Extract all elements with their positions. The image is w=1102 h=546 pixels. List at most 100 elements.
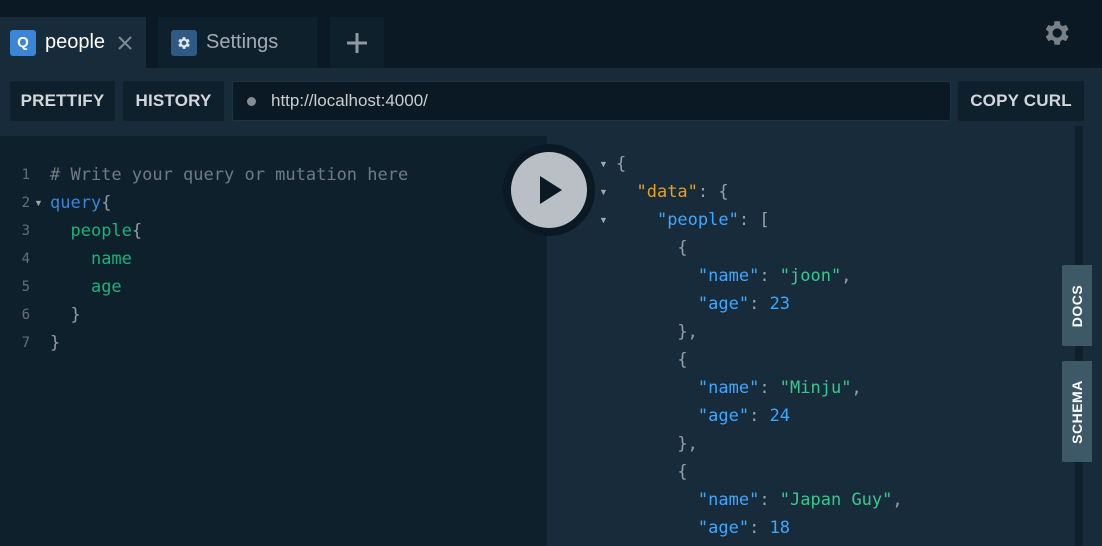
result-token: { [677,238,688,258]
query-editor[interactable]: 1 # Write your query or mutation here 2 ▼ qu… [0,136,547,546]
result-token: : { [697,182,729,202]
history-button[interactable]: HISTORY [123,81,224,121]
gear-icon [178,36,190,49]
result-line: }, [616,318,697,346]
line-number: 4 [21,251,30,267]
run-query-button[interactable] [503,144,595,236]
result-token: 23 [769,294,791,314]
play-icon [540,176,562,204]
result-line: "age": 23 [616,290,790,318]
line-number: 2 [21,195,30,211]
result-token: "data" [636,182,698,202]
result-indent [616,322,677,342]
result-indent [616,378,698,398]
query-badge: Q [10,29,36,56]
result-token: , [841,266,852,286]
fold-arrow-icon[interactable]: ▼ [599,178,608,206]
result-indent [616,490,698,510]
code-line: name [50,245,132,273]
tab-label: Settings [206,31,279,53]
result-token: : [749,406,770,426]
settings-badge [171,29,197,56]
plus-icon [347,32,367,53]
result-token: { [677,350,688,370]
result-token: "joon" [779,266,842,286]
endpoint-url-input[interactable]: http://localhost:4000/ [232,81,951,121]
result-indent [616,210,657,230]
result-line: "name": "Japan Guy", [616,486,903,514]
result-indent [616,462,677,482]
code-token: age [90,277,122,297]
tab-bar: Q people Settings [0,0,1102,68]
result-line: "data": { [616,178,729,206]
docs-tab-label: DOCS [1069,284,1086,327]
result-line: "people": [ [616,206,770,234]
result-line: { [616,346,688,374]
tab-people[interactable]: Q people [0,17,146,68]
docs-tab[interactable]: DOCS [1062,265,1092,346]
result-token: : [ [738,210,770,230]
code-token: { [101,193,112,213]
toolbar: PRETTIFY HISTORY http://localhost:4000/ … [0,68,1102,136]
result-token: "age" [697,406,750,426]
connection-status-dot [247,96,256,106]
code-token: } [70,305,81,325]
close-icon[interactable] [117,35,133,51]
result-token: , [851,378,862,398]
code-token: query [50,193,102,213]
result-indent [616,238,677,258]
result-indent [616,182,636,202]
endpoint-url-text: http://localhost:4000/ [271,91,428,110]
tab-label: people [45,31,106,53]
result-token: { [616,154,627,174]
code-token: people [70,221,132,241]
result-token: , [892,490,903,510]
result-token: : [759,490,780,510]
code-line: query{ [50,189,111,217]
result-line: }, [616,430,698,458]
result-token: 18 [769,518,791,538]
schema-tab-label: SCHEMA [1069,379,1086,444]
result-token: }, [677,434,698,454]
line-number: 1 [21,167,30,183]
code-token: name [90,249,132,269]
copy-curl-button[interactable]: COPY CURL [958,81,1084,121]
play-button-face [511,152,587,228]
result-indent [616,518,698,538]
add-tab-button[interactable] [330,17,384,68]
fold-arrow-icon[interactable]: ▼ [599,206,608,234]
result-token: "Japan Guy" [779,490,893,510]
fold-arrow-icon[interactable]: ▼ [34,189,43,217]
results-viewer: ▼ { ▼ "data": { ▼ "people": [ { "name": "jo… [547,136,1102,546]
result-token: : [759,378,780,398]
code-token: } [50,333,61,353]
result-token: "name" [697,378,760,398]
code-line: age [50,273,122,301]
result-token: 24 [769,406,791,426]
line-number: 3 [21,223,30,239]
result-token: "Minju" [779,378,852,398]
result-line: "age": 18 [616,514,790,542]
fold-arrow-icon[interactable]: ▼ [599,150,608,178]
code-token: # Write your query or mutation here [50,165,409,185]
prettify-button[interactable]: PRETTIFY [10,81,115,121]
result-token: "name" [697,490,760,510]
tab-settings[interactable]: Settings [158,17,317,68]
code-line: # Write your query or mutation here [50,161,408,189]
result-indent [616,294,698,314]
result-token: "age" [697,518,750,538]
result-token: "name" [697,266,760,286]
settings-gear-icon[interactable] [1040,17,1072,49]
result-token: : [749,518,770,538]
result-line: "name": "joon", [616,262,852,290]
result-token: { [677,462,688,482]
code-line: } [50,329,60,357]
line-number: 5 [21,279,30,295]
result-indent [616,266,698,286]
result-indent [616,350,677,370]
result-line: { [616,458,688,486]
schema-tab[interactable]: SCHEMA [1062,361,1092,462]
result-indent [616,434,677,454]
code-line: people{ [50,217,142,245]
